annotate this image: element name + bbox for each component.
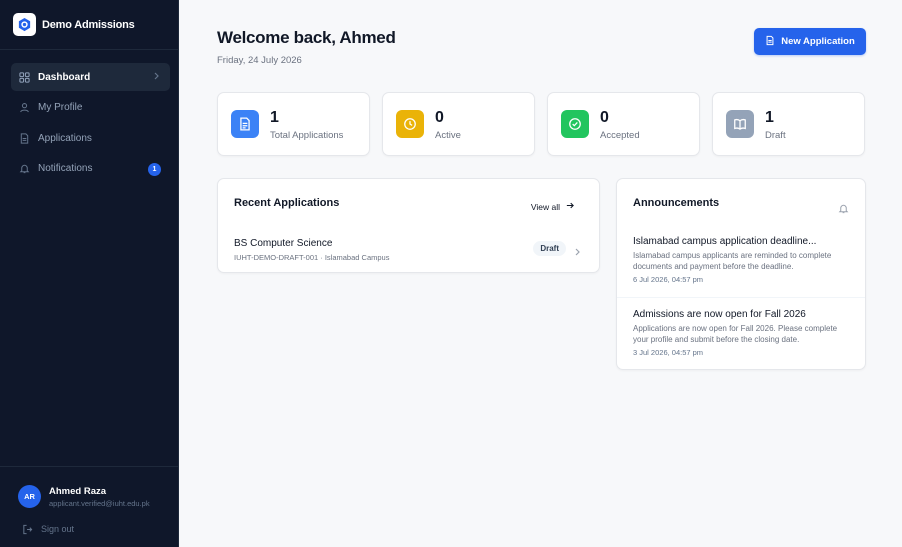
- sidebar-item-my-profile[interactable]: My Profile: [11, 94, 170, 122]
- stat-label: Accepted: [600, 130, 640, 141]
- document-icon: [231, 110, 259, 138]
- status-badge: Draft: [533, 241, 566, 256]
- stat-value: 0: [600, 109, 609, 126]
- announcement-date: 6 Jul 2026, 04:57 pm: [633, 275, 704, 284]
- card-title: Recent Applications: [234, 197, 340, 209]
- brand[interactable]: Demo Admissions: [0, 0, 178, 50]
- sidebar-item-label: Dashboard: [38, 71, 91, 83]
- sidebar-item-label: Notifications: [38, 163, 93, 174]
- card-title: Announcements: [633, 197, 720, 209]
- announcement-title: Islamabad campus application deadline...: [633, 236, 817, 247]
- program-name: BS Computer Science: [234, 238, 333, 249]
- sidebar-item-notifications[interactable]: Notifications 1: [11, 155, 170, 183]
- stat-label: Total Applications: [270, 130, 344, 141]
- stat-card-total: 1 Total Applications: [217, 92, 370, 156]
- view-all-label: View all: [530, 201, 560, 212]
- sidebar-item-label: My Profile: [38, 102, 83, 113]
- application-row[interactable]: BS Computer Science IUHT-DEMO-DRAFT-001 …: [234, 238, 583, 262]
- sidebar-item-label: Applications: [38, 132, 92, 144]
- stat-value: 1: [765, 109, 774, 126]
- arrow-right-icon: [565, 201, 575, 212]
- check-circle-icon: [561, 110, 589, 138]
- page-title: Welcome back, Ahmed: [217, 28, 396, 47]
- chevron-right-icon: [573, 244, 581, 262]
- recent-applications-card: Recent Applications View all BS Computer…: [217, 178, 600, 273]
- current-date: Friday, 24 July 2026: [217, 55, 302, 66]
- stat-value: 1: [270, 109, 279, 126]
- announcement-item[interactable]: Admissions are now open for Fall 2026 Ap…: [633, 309, 849, 357]
- user-icon: [18, 102, 30, 114]
- sign-out-button[interactable]: Sign out: [21, 523, 74, 535]
- clock-icon: [396, 110, 424, 138]
- sidebar-item-dashboard[interactable]: Dashboard: [11, 63, 170, 91]
- user-profile[interactable]: AR Ahmed Raza applicant.verified@iuht.ed…: [18, 485, 150, 508]
- stat-card-active: 0 Active: [382, 92, 535, 156]
- sidebar-footer: AR Ahmed Raza applicant.verified@iuht.ed…: [0, 466, 178, 547]
- view-all-link[interactable]: View all: [531, 201, 575, 212]
- announcements-card: Announcements Islamabad campus applicati…: [616, 178, 866, 370]
- sidebar: Demo Admissions Dashboard My Profile App…: [0, 0, 179, 547]
- user-email: applicant.verified@iuht.edu.pk: [49, 498, 150, 508]
- announcement-body: Islamabad campus applicants are reminded…: [633, 251, 832, 271]
- stat-card-draft: 1 Draft: [712, 92, 865, 156]
- book-icon: [726, 110, 754, 138]
- stat-label: Draft: [765, 130, 786, 141]
- announcement-title: Admissions are now open for Fall 2026: [633, 309, 806, 320]
- chevron-right-icon: [152, 71, 160, 84]
- announcement-item[interactable]: Islamabad campus application deadline...…: [633, 236, 849, 284]
- logo-icon: [13, 13, 36, 36]
- grid-icon: [18, 71, 30, 83]
- logout-icon: [21, 523, 33, 535]
- main-content: Welcome back, Ahmed Friday, 24 July 2026…: [179, 0, 902, 547]
- stat-label: Active: [435, 130, 461, 141]
- document-icon: [765, 35, 775, 49]
- stat-value: 0: [435, 109, 444, 126]
- divider: [617, 297, 865, 298]
- bell-icon: [838, 201, 849, 219]
- announcement-date: 3 Jul 2026, 04:57 pm: [633, 348, 704, 357]
- bell-icon: [18, 163, 30, 175]
- sidebar-item-applications[interactable]: Applications: [11, 124, 170, 152]
- sign-out-label: Sign out: [41, 524, 75, 534]
- sidebar-nav: Dashboard My Profile Applications Notifi…: [0, 50, 178, 183]
- avatar: AR: [18, 485, 41, 508]
- notification-badge: 1: [148, 162, 161, 176]
- app-name: Demo Admissions: [42, 18, 135, 31]
- new-application-label: New Application: [781, 36, 855, 47]
- stat-card-accepted: 0 Accepted: [547, 92, 700, 156]
- announcement-body: Applications are now open for Fall 2026.…: [633, 324, 838, 344]
- user-name: Ahmed Raza: [49, 485, 107, 497]
- new-application-button[interactable]: New Application: [754, 28, 866, 55]
- document-icon: [18, 132, 30, 144]
- application-meta: IUHT-DEMO-DRAFT-001 · Islamabad Campus: [234, 253, 390, 262]
